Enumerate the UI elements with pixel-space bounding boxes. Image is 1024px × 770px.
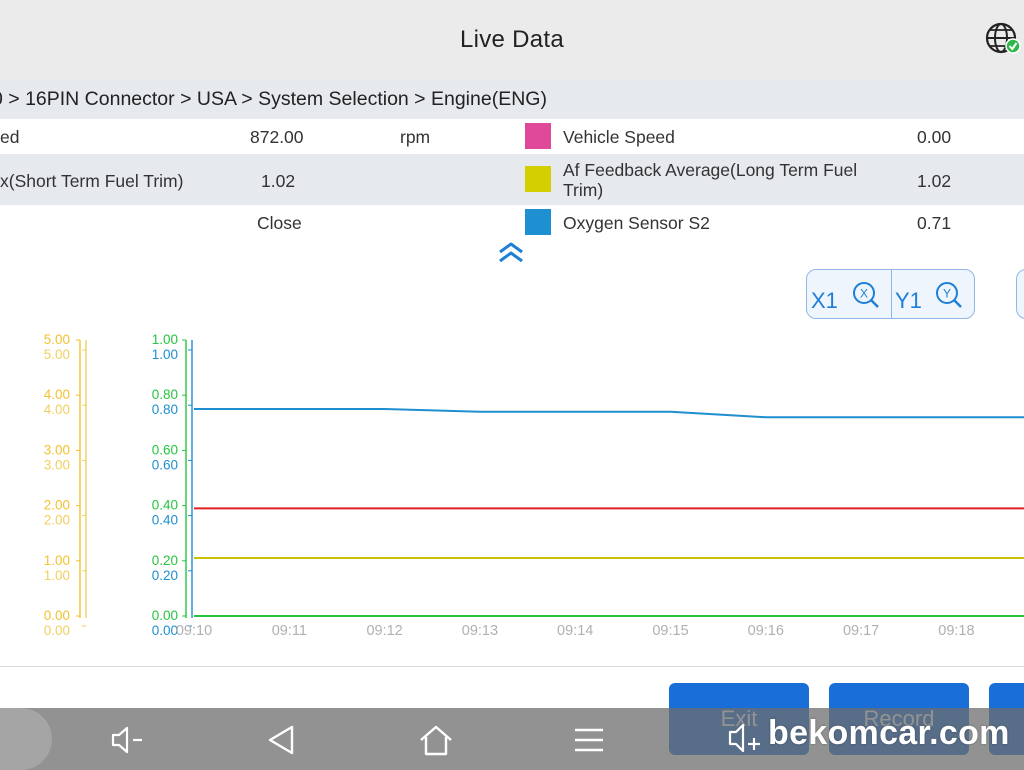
- breadcrumb: 0 > 16PIN Connector > USA > System Selec…: [0, 80, 1024, 119]
- y-tick-label: 0.20: [152, 568, 178, 583]
- y-tick-label: 0.60: [152, 442, 178, 457]
- data-row[interactable]: ed 872.00 rpm Vehicle Speed 0.00: [0, 119, 1024, 154]
- row-left-value: 1.02: [261, 171, 296, 191]
- zoom-y-button[interactable]: Y1 Y: [892, 270, 976, 318]
- color-swatch[interactable]: [525, 166, 551, 192]
- row-right-name: Vehicle Speed: [563, 127, 675, 147]
- y-tick-label: 0.00: [44, 608, 70, 623]
- x-tick-label: 09:11: [272, 623, 307, 639]
- volume-down-icon[interactable]: [108, 722, 148, 758]
- divider: [0, 666, 1024, 667]
- app-header: Live Data: [0, 0, 1024, 81]
- zoom-x-button[interactable]: X1 X: [807, 270, 891, 318]
- y-tick-label: 1.00: [152, 347, 178, 362]
- row-right-value: 0.00: [917, 127, 952, 147]
- y-tick-label: 0.40: [152, 513, 178, 528]
- color-swatch[interactable]: [525, 209, 551, 235]
- zoom-extra-button[interactable]: [1016, 269, 1024, 319]
- x-tick-label: 09:18: [938, 623, 974, 639]
- svg-text:X: X: [860, 287, 868, 301]
- y-tick-label: 0.40: [152, 498, 178, 513]
- zoom-controls: X1 X Y1 Y: [806, 269, 975, 319]
- y-tick-label: 0.60: [152, 457, 178, 472]
- x-tick-label: 09:13: [462, 623, 498, 639]
- series-line: [194, 408, 1024, 419]
- zoom-x-icon: X: [853, 282, 879, 308]
- home-icon[interactable]: [416, 722, 456, 758]
- zoom-x-label: X1: [811, 288, 838, 313]
- y-tick-label: 2.00: [44, 498, 70, 513]
- back-icon[interactable]: [262, 722, 302, 758]
- x-tick-label: 09:14: [557, 623, 593, 639]
- y-tick-label: 0.00: [152, 623, 178, 638]
- color-swatch[interactable]: [525, 123, 551, 149]
- y-tick-label: 0.20: [152, 553, 178, 568]
- y-tick-label: 4.00: [44, 387, 70, 402]
- y-tick-label: 3.00: [44, 457, 70, 472]
- zoom-y-icon: Y: [936, 282, 962, 308]
- row-left-value: 872.00: [250, 127, 304, 147]
- row-right-value: 1.02: [917, 171, 952, 191]
- zoom-y-label: Y1: [895, 288, 922, 313]
- x-tick-label: 09:17: [843, 623, 879, 639]
- menu-icon[interactable]: [569, 722, 609, 758]
- y-tick-label: 0.00: [152, 608, 178, 623]
- x-tick-label: 09:10: [176, 623, 212, 639]
- y-tick-label: 0.80: [152, 387, 178, 402]
- live-data-chart[interactable]: 5.00 4.00 3.00 2.00 1.00 0.00 5.00 4.00 3.00 2.00…: [0, 325, 1024, 645]
- row-right-value: 0.71: [917, 213, 952, 233]
- volume-up-icon: [728, 723, 760, 753]
- y-tick-label: 5.00: [44, 347, 70, 362]
- y-tick-label: 0.80: [152, 402, 178, 417]
- data-row[interactable]: x(Short Term Fuel Trim) 1.02 Af Feedback…: [0, 154, 1024, 205]
- y-tick-label: 3.00: [44, 442, 70, 457]
- row-right-name: Af Feedback Average(Long Term Fuel Trim): [563, 160, 858, 200]
- breadcrumb-text: 0 > 16PIN Connector > USA > System Selec…: [0, 88, 547, 110]
- watermark-text: bekomcar.com: [768, 714, 1010, 752]
- row-left-unit: rpm: [400, 127, 431, 147]
- collapse-chevron-up-icon[interactable]: [496, 240, 526, 266]
- x-tick-label: 09:12: [366, 623, 402, 639]
- y-tick-label: 5.00: [44, 332, 70, 347]
- y-tick-label: 4.00: [44, 402, 70, 417]
- row-left-name: x(Short Term Fuel Trim): [0, 171, 184, 191]
- y-tick-label: 1.00: [152, 332, 178, 347]
- y-tick-label: 1.00: [44, 553, 70, 568]
- y-tick-label: 2.00: [44, 513, 70, 528]
- x-tick-label: 09:16: [748, 623, 784, 639]
- nav-pill[interactable]: [0, 708, 52, 770]
- y-tick-label: 0.00: [44, 623, 70, 638]
- row-left-value: Close: [257, 213, 302, 233]
- y-tick-label: 1.00: [44, 568, 70, 583]
- language-globe-icon[interactable]: [984, 21, 1024, 57]
- page-title: Live Data: [459, 26, 565, 53]
- row-right-name: Oxygen Sensor S2: [563, 213, 710, 233]
- svg-text:Y: Y: [943, 287, 951, 301]
- row-left-name: ed: [0, 127, 20, 147]
- data-row[interactable]: Close Oxygen Sensor S2 0.71: [0, 205, 1024, 240]
- x-tick-label: 09:15: [652, 623, 688, 639]
